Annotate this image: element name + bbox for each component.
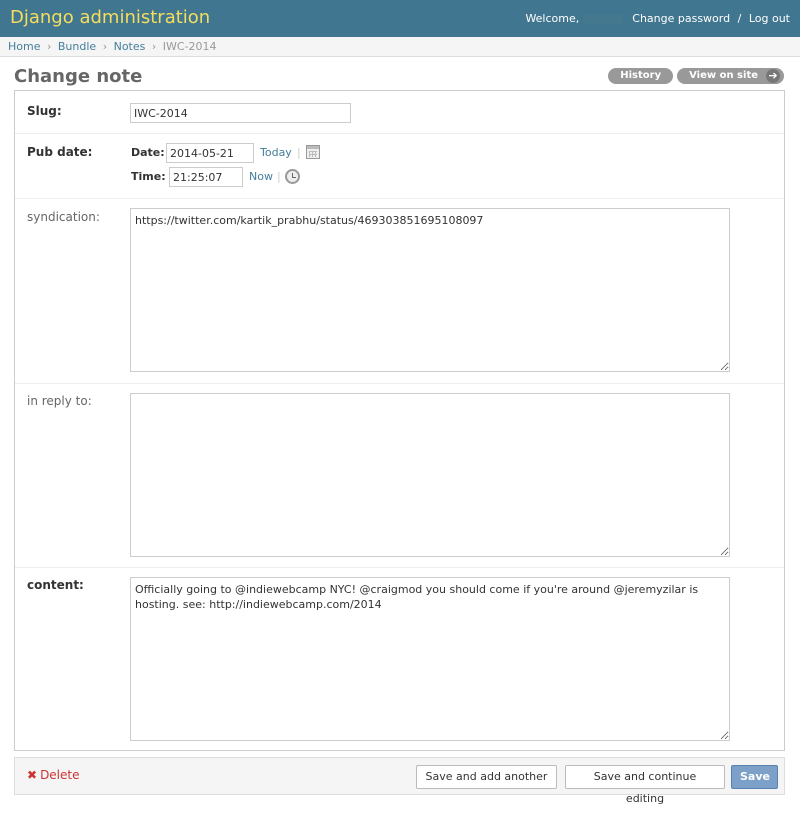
save-button[interactable]: Save <box>731 765 778 789</box>
slug-label: Slug: <box>27 104 62 118</box>
history-button[interactable]: History <box>608 68 674 84</box>
breadcrumb-chevron: › <box>151 40 157 53</box>
delete-icon: ✖ <box>27 768 38 782</box>
shortcut-separator: | <box>277 170 281 183</box>
breadcrumb-chevron: › <box>102 40 108 53</box>
view-on-site-label: View on site <box>689 70 758 81</box>
user-tools: Welcome, Change password / Log out <box>525 12 790 25</box>
content-label: content: <box>27 578 84 592</box>
submit-row: ✖ Delete Save and add another Save and co… <box>14 757 785 805</box>
change-form: Slug: Pub date: Date: Today | Time: Now … <box>14 90 785 751</box>
save-and-continue-button[interactable]: Save and continue editing <box>565 765 725 805</box>
form-row-content: content: Officially going to @indiewebca… <box>15 568 784 752</box>
change-password-link[interactable]: Change password <box>632 12 730 25</box>
now-link[interactable]: Now <box>249 170 273 183</box>
breadcrumb-home[interactable]: Home <box>8 40 40 53</box>
content-textarea[interactable]: Officially going to @indiewebcamp NYC! @… <box>130 577 730 741</box>
breadcrumb-app[interactable]: Bundle <box>58 40 96 53</box>
breadcrumb-chevron: › <box>46 40 52 53</box>
form-row-syndication: syndication: https://twitter.com/kartik_… <box>15 199 784 384</box>
form-row-in-reply-to: in reply to: <box>15 384 784 568</box>
view-on-site-button[interactable]: View on site ➔ <box>677 68 784 84</box>
clock-icon[interactable] <box>285 169 300 184</box>
syndication-textarea[interactable]: https://twitter.com/kartik_prabhu/status… <box>130 208 730 372</box>
in-reply-to-label: in reply to: <box>27 394 92 408</box>
form-row-slug: Slug: <box>15 91 784 134</box>
form-row-pub-date: Pub date: Date: Today | Time: Now | <box>15 134 784 199</box>
object-tools: History View on site ➔ <box>608 68 784 84</box>
user-tools-separator: / <box>737 12 742 25</box>
delete-label: Delete <box>40 768 80 782</box>
date-input[interactable] <box>166 143 254 163</box>
time-input[interactable] <box>169 167 243 187</box>
save-and-add-another-button[interactable]: Save and add another <box>416 765 557 789</box>
breadcrumb: Home › Bundle › Notes › IWC-2014 <box>0 37 800 57</box>
breadcrumb-current: IWC-2014 <box>162 40 217 53</box>
delete-link[interactable]: ✖ Delete <box>27 768 80 782</box>
logout-link[interactable]: Log out <box>749 12 790 25</box>
date-label: Date: <box>131 146 165 159</box>
slug-input[interactable] <box>130 103 351 123</box>
today-link[interactable]: Today <box>260 146 292 159</box>
username-redacted <box>582 14 623 24</box>
arrow-right-icon: ➔ <box>766 69 780 83</box>
in-reply-to-textarea[interactable] <box>130 393 730 557</box>
calendar-icon[interactable] <box>306 145 320 159</box>
pub-date-label: Pub date: <box>27 145 93 159</box>
syndication-label: syndication: <box>27 210 100 224</box>
welcome-text: Welcome, <box>525 12 580 25</box>
time-label: Time: <box>131 170 166 183</box>
header-bar: Django administration Welcome, Change pa… <box>0 0 800 37</box>
site-brand[interactable]: Django administration <box>10 7 210 28</box>
breadcrumb-model[interactable]: Notes <box>114 40 146 53</box>
shortcut-separator: | <box>297 146 301 159</box>
page-title: Change note <box>14 66 143 87</box>
